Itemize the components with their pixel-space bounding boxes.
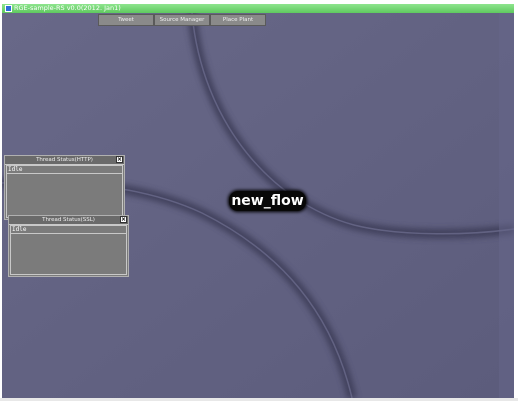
app-window: RGE-sample-RS v0.0(2012. Jan1) Tweet Sou…: [0, 0, 518, 401]
flow-node-label[interactable]: new_flow: [229, 191, 306, 211]
window-title: RGE-sample-RS v0.0(2012. Jan1): [14, 4, 121, 12]
panel-title[interactable]: Thread Status(SSL): [9, 216, 128, 225]
status-text: Idle: [12, 226, 27, 233]
close-icon[interactable]: ×: [116, 156, 123, 163]
source-manager-button[interactable]: Source Manager: [154, 14, 210, 26]
thread-status-http-panel: Thread Status(HTTP) × Idle: [4, 155, 125, 220]
panel-body: Idle: [10, 225, 127, 275]
divider: [11, 233, 126, 234]
toolbar: Tweet Source Manager Place Plant: [98, 14, 266, 26]
panel-body: Idle: [6, 165, 123, 218]
app-icon: [5, 5, 12, 12]
close-icon[interactable]: ×: [120, 216, 127, 223]
thread-status-ssl-panel: Thread Status(SSL) × Idle: [8, 215, 129, 277]
divider: [7, 173, 122, 174]
place-plant-button[interactable]: Place Plant: [210, 14, 266, 26]
panel-title[interactable]: Thread Status(HTTP): [5, 156, 124, 165]
tweet-button[interactable]: Tweet: [98, 14, 154, 26]
status-text: Idle: [8, 166, 23, 173]
flow-canvas[interactable]: Tweet Source Manager Place Plant new_flo…: [2, 13, 514, 398]
